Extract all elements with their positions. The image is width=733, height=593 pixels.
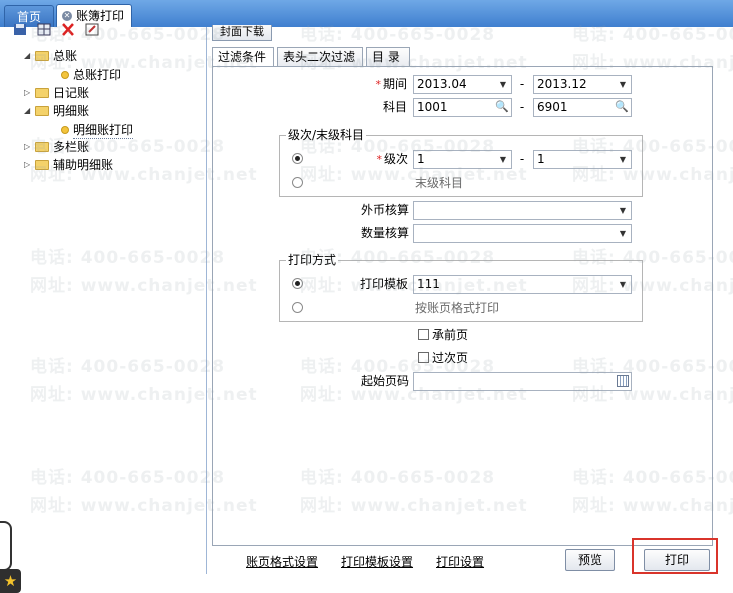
carry-forward-label: 承前页 xyxy=(432,328,469,342)
tab-directory[interactable]: 目 录 xyxy=(366,47,410,66)
carry-over-checkbox[interactable] xyxy=(418,352,429,363)
level-group: 级次/末级科目 * 级次 1 ▼ - 1 ▼ 末级科目 xyxy=(279,127,643,197)
filter-form: * 期间 2013.04 ▼ - 2013.12 ▼ 科目 1001 🔍 - 6901 🔍… xyxy=(212,66,713,546)
save-icon[interactable] xyxy=(13,23,27,36)
print-mode-group: 打印方式 打印模板 111 ▼ 按账页格式打印 xyxy=(279,252,643,322)
template-label: 打印模板 xyxy=(359,277,408,291)
page-format-settings-link[interactable]: 账页格式设置 xyxy=(246,553,318,570)
tab-ledger-print-label: 账簿打印 xyxy=(76,9,125,23)
side-panel-handle[interactable] xyxy=(0,521,12,571)
chevron-down-icon: ▼ xyxy=(619,280,627,289)
period-dash: - xyxy=(519,77,525,91)
start-page-label: 起始页码 xyxy=(360,374,409,388)
last-level-hint: 末级科目 xyxy=(415,176,464,190)
format-hint: 按账页格式打印 xyxy=(415,301,500,315)
chevron-down-icon: ▼ xyxy=(499,155,507,164)
carry-over-label: 过次页 xyxy=(432,351,469,365)
subject-to-field[interactable]: 6901 🔍 xyxy=(533,98,632,117)
tree-item-label: 明细账 xyxy=(53,104,90,118)
chevron-down-icon: ▼ xyxy=(619,80,627,89)
print-button-highlight xyxy=(632,538,718,574)
folder-icon xyxy=(35,51,49,61)
tree-item-label: 多栏账 xyxy=(53,140,90,154)
period-from-select[interactable]: 2013.04 ▼ xyxy=(413,75,512,94)
close-tab-icon[interactable]: ✕ xyxy=(62,11,72,21)
edit-icon[interactable] xyxy=(85,23,99,36)
main-content: 封面下载 过滤条件 表头二次过滤 目 录 * 期间 2013.04 ▼ - 2013… xyxy=(208,25,733,574)
print-settings-link[interactable]: 打印设置 xyxy=(436,553,484,570)
foreign-currency-label: 外币核算 xyxy=(360,203,409,217)
subject-from-field[interactable]: 1001 🔍 xyxy=(413,98,512,117)
level-radio[interactable] xyxy=(292,153,303,164)
quantity-select[interactable]: ▼ xyxy=(413,224,632,243)
calendar-icon[interactable] xyxy=(617,375,629,387)
chevron-down-icon: ▼ xyxy=(619,155,627,164)
folder-icon xyxy=(35,88,49,98)
delete-icon[interactable] xyxy=(61,23,75,36)
collapse-arrow-icon[interactable]: ◢ xyxy=(24,47,32,65)
level-dash: - xyxy=(519,152,525,166)
expand-arrow-icon[interactable]: ▷ xyxy=(24,84,32,102)
folder-icon xyxy=(35,160,49,170)
carry-forward-checkbox[interactable] xyxy=(418,329,429,340)
expand-arrow-icon[interactable]: ▷ xyxy=(24,156,32,174)
search-icon[interactable]: 🔍 xyxy=(495,100,509,114)
tree-item-label: 总账 xyxy=(53,49,78,63)
level-from-select[interactable]: 1 ▼ xyxy=(413,150,512,169)
tab-filter-conditions[interactable]: 过滤条件 xyxy=(212,47,274,67)
left-tree-panel: ★ ◢ 总账总账打印 ▷ 日记账 ◢ 明细账明细账打印 ▷ 多栏账 ▷ 辅助明细账 xyxy=(0,23,207,593)
leaf-node-icon xyxy=(61,71,69,79)
expand-arrow-icon[interactable]: ▷ xyxy=(24,138,32,156)
tab-bar: 首页 ✕ 账簿打印 xyxy=(0,0,733,27)
subject-dash: - xyxy=(519,100,525,114)
collapse-arrow-icon[interactable]: ◢ xyxy=(24,102,32,120)
favorite-star-icon[interactable]: ★ xyxy=(0,569,21,593)
format-radio[interactable] xyxy=(292,302,303,313)
leaf-node-icon xyxy=(61,126,69,134)
foreign-currency-select[interactable]: ▼ xyxy=(413,201,632,220)
template-select[interactable]: 111 ▼ xyxy=(413,275,632,294)
start-page-field[interactable] xyxy=(413,372,632,391)
chevron-down-icon: ▼ xyxy=(499,80,507,89)
chevron-down-icon: ▼ xyxy=(619,206,627,215)
subject-label: 科目 xyxy=(382,100,407,114)
left-toolbar xyxy=(0,23,206,37)
tab-header-filter[interactable]: 表头二次过滤 xyxy=(277,47,363,66)
search-icon[interactable]: 🔍 xyxy=(615,100,629,114)
level-to-select[interactable]: 1 ▼ xyxy=(533,150,632,169)
tree-item-label: 总账打印 xyxy=(73,68,122,82)
period-to-select[interactable]: 2013.12 ▼ xyxy=(533,75,632,94)
grid-icon[interactable] xyxy=(37,23,51,36)
print-template-settings-link[interactable]: 打印模板设置 xyxy=(341,553,413,570)
quantity-label: 数量核算 xyxy=(360,226,409,240)
tree-item-label: 明细账打印 xyxy=(73,123,134,139)
level-label: * 级次 xyxy=(376,152,408,166)
folder-icon xyxy=(35,142,49,152)
level-group-title: 级次/末级科目 xyxy=(286,127,367,143)
period-label: * 期间 xyxy=(375,77,407,91)
chevron-down-icon: ▼ xyxy=(619,229,627,238)
preview-button[interactable]: 预览 xyxy=(565,549,615,571)
tree-item-label: 辅助明细账 xyxy=(53,158,114,172)
last-level-radio[interactable] xyxy=(292,177,303,188)
print-mode-title: 打印方式 xyxy=(286,252,339,268)
tree-item-label: 日记账 xyxy=(53,86,90,100)
cover-download-button[interactable]: 封面下载 xyxy=(212,25,272,41)
template-radio[interactable] xyxy=(292,278,303,289)
folder-icon xyxy=(35,106,49,116)
